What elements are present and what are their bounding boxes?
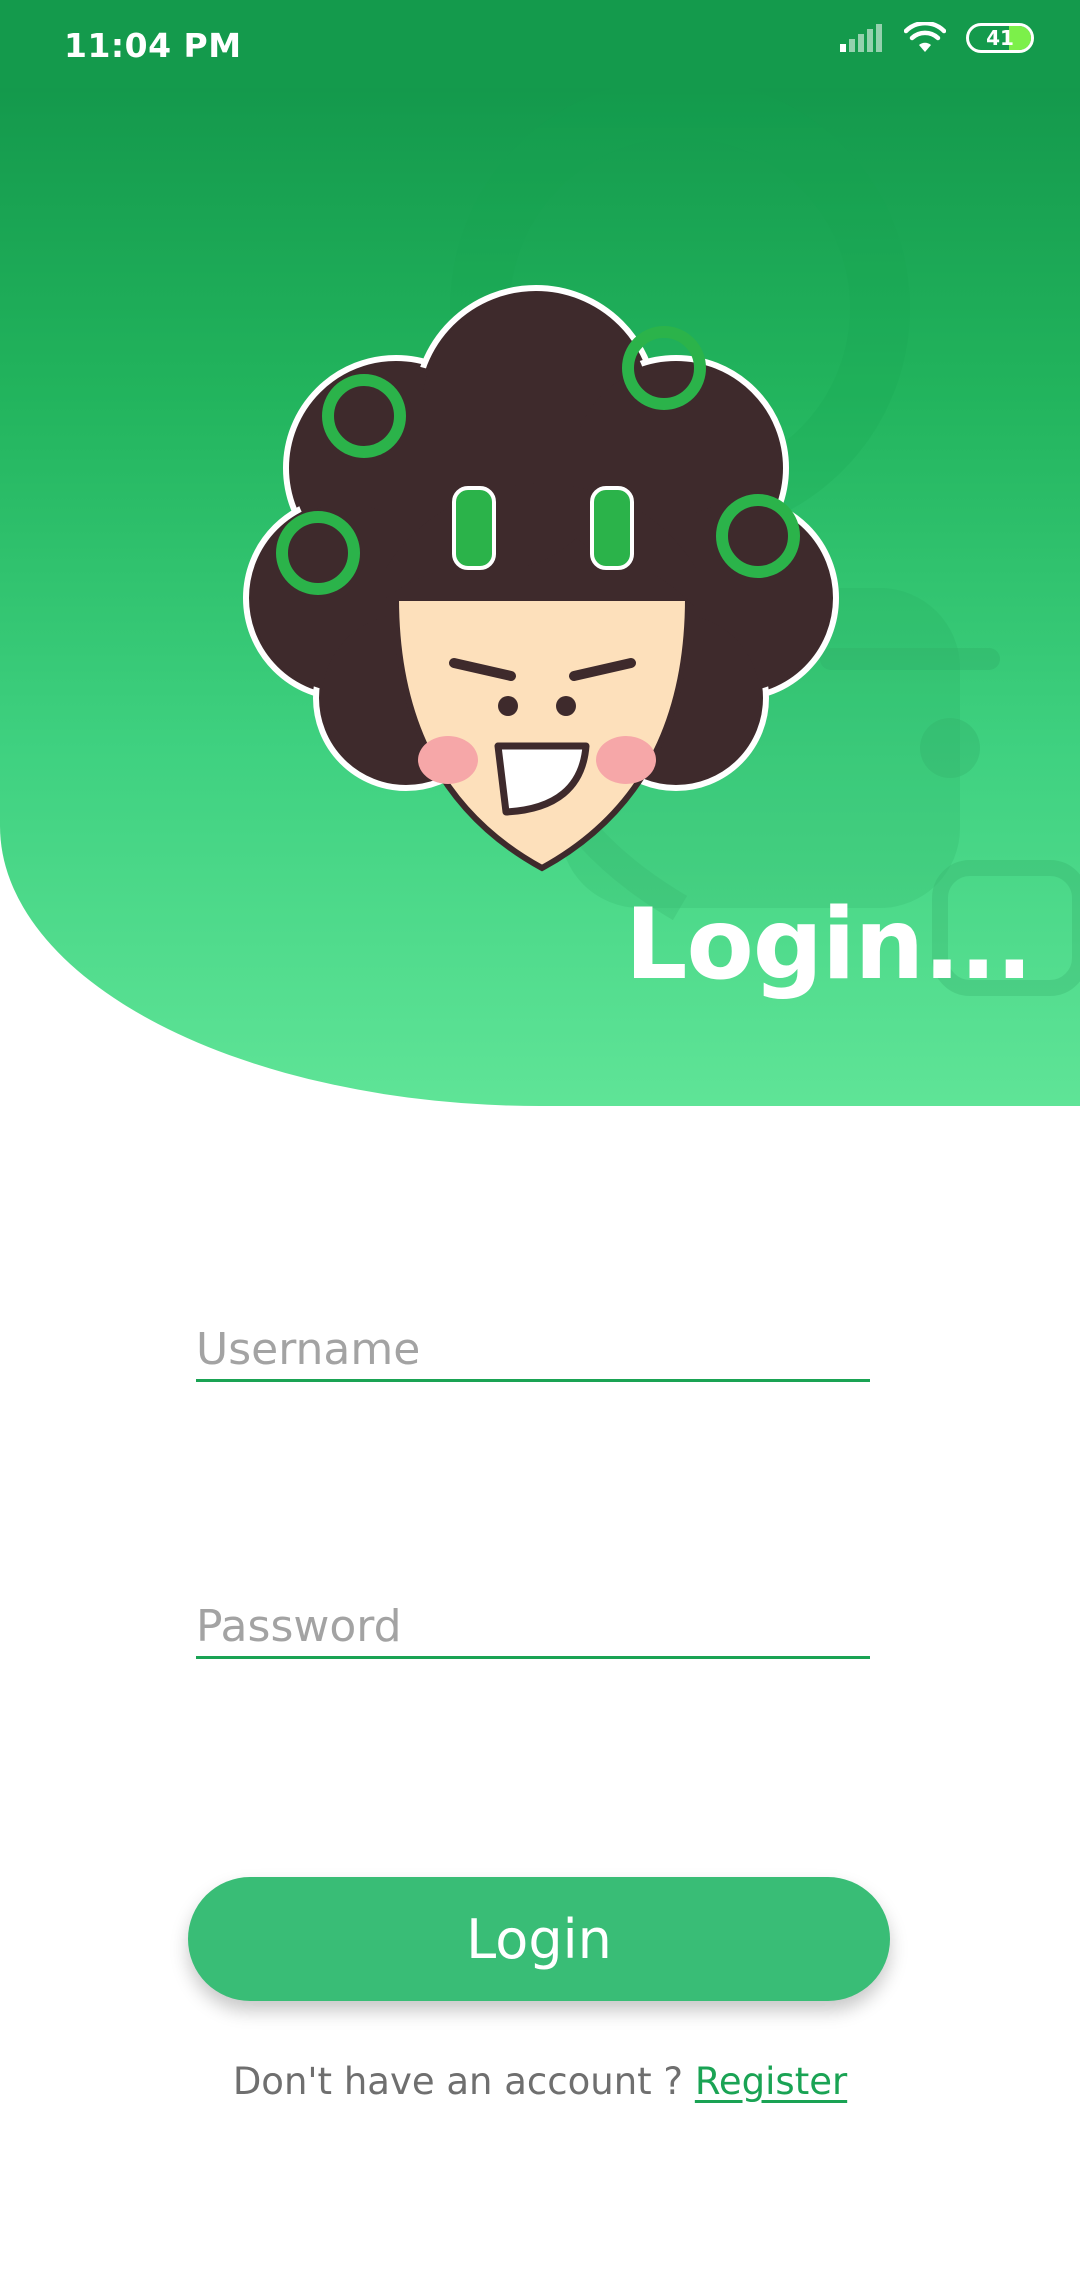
username-input[interactable] bbox=[196, 1306, 870, 1379]
status-time: 11:04 PM bbox=[64, 26, 242, 65]
battery-icon: 41 bbox=[966, 23, 1034, 53]
avatar-illustration bbox=[243, 285, 839, 872]
register-row: Don't have an account ? Register bbox=[0, 2060, 1080, 2103]
header-banner: Login... bbox=[0, 88, 1080, 1106]
wifi-icon bbox=[904, 22, 946, 52]
register-prompt: Don't have an account ? bbox=[232, 2060, 684, 2103]
password-field bbox=[196, 1583, 870, 1659]
username-field bbox=[196, 1306, 870, 1382]
password-input[interactable] bbox=[196, 1583, 870, 1656]
login-button[interactable]: Login bbox=[188, 1877, 890, 2001]
page-title: Login... bbox=[625, 888, 1033, 1002]
battery-level: 41 bbox=[986, 26, 1014, 50]
status-bar: 11:04 PM 41 bbox=[0, 0, 1080, 88]
signal-bars-icon bbox=[840, 24, 882, 52]
register-link[interactable]: Register bbox=[695, 2060, 847, 2103]
status-icons: 41 bbox=[840, 22, 1034, 54]
